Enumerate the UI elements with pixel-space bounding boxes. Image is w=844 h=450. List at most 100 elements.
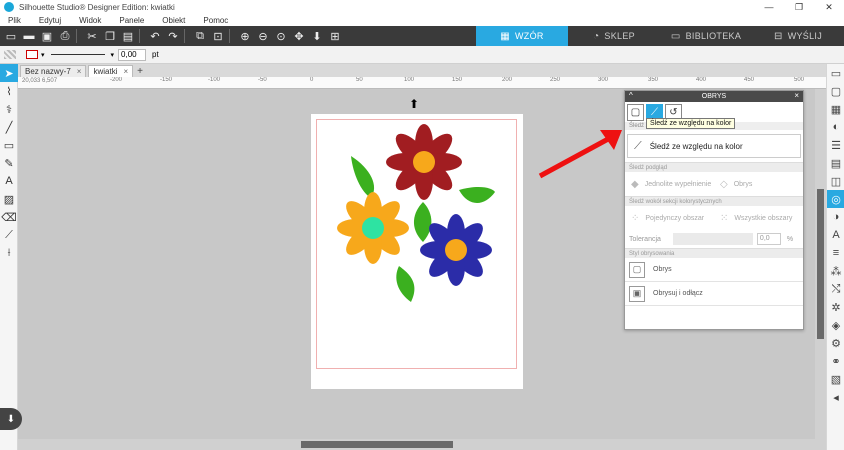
registration-icon[interactable]: ▢ bbox=[827, 82, 844, 100]
ruler-tick: 200 bbox=[502, 77, 513, 83]
menu-edit[interactable]: Edytuj bbox=[39, 16, 61, 25]
close-icon[interactable]: × bbox=[77, 67, 82, 76]
zoom-fit-icon[interactable]: ⊙ bbox=[274, 29, 288, 43]
section-trace-regions: Śledź wokół sekcji kolorystycznych bbox=[625, 196, 803, 206]
line-width-unit: pt bbox=[152, 50, 159, 59]
trace-button[interactable]: ▢ Obrys bbox=[625, 258, 803, 282]
menu-panels[interactable]: Panele bbox=[119, 16, 144, 25]
ruler-tick: -100 bbox=[208, 77, 221, 83]
open-icon[interactable]: ▬ bbox=[22, 29, 36, 43]
fill-pattern-swatch[interactable] bbox=[4, 50, 16, 59]
line-style-selector[interactable] bbox=[50, 54, 105, 55]
section-trace-preview: Śledź podgląd bbox=[625, 162, 803, 172]
pixel-icon[interactable]: ▦ bbox=[827, 100, 844, 118]
vertical-scrollbar[interactable] bbox=[815, 89, 826, 439]
ruler-tick: 150 bbox=[452, 77, 463, 83]
offset-icon[interactable]: ◈ bbox=[827, 316, 844, 334]
trace-panel-icon[interactable]: ◎ bbox=[827, 190, 844, 208]
tab-send[interactable]: ⊟ WYŚLIJ bbox=[752, 26, 844, 46]
fit-page-icon[interactable]: ⬇ bbox=[310, 29, 324, 43]
pan-icon[interactable]: ✥ bbox=[292, 29, 306, 43]
weld-icon[interactable]: ⚙ bbox=[827, 334, 844, 352]
tolerance-unit: % bbox=[786, 235, 794, 243]
line-color-swatch[interactable] bbox=[26, 50, 38, 59]
copy-icon[interactable]: ❐ bbox=[103, 29, 117, 43]
save-icon[interactable]: ▣ bbox=[40, 29, 54, 43]
new-file-icon[interactable]: ▭ bbox=[4, 29, 18, 43]
menu-object[interactable]: Obiekt bbox=[162, 16, 185, 25]
outline-option[interactable]: ◇ Obrys bbox=[714, 179, 803, 190]
select-tool-icon[interactable]: ➤ bbox=[0, 64, 18, 82]
tab-store[interactable]: ◔ SKLEP bbox=[568, 26, 660, 46]
scroll-thumb[interactable] bbox=[817, 189, 824, 339]
fill-tool-icon[interactable]: ▨ bbox=[0, 190, 18, 208]
single-region-option[interactable]: ⁘ Pojedynczy obszar bbox=[625, 213, 714, 224]
trace-by-color-button[interactable]: ⟋ Śledź ze względu na kolor bbox=[627, 134, 801, 158]
add-tab-button[interactable]: + bbox=[137, 66, 143, 77]
chevron-down-icon[interactable]: ▾ bbox=[41, 51, 45, 59]
red-flower-center bbox=[413, 151, 435, 173]
close-button[interactable]: ✕ bbox=[814, 2, 844, 13]
pencil-tool-icon[interactable]: ✎ bbox=[0, 154, 18, 172]
replicate-icon[interactable]: ⁂ bbox=[827, 262, 844, 280]
doc-tab-kwiatki[interactable]: kwiatki × bbox=[88, 65, 134, 77]
fill-panel-icon[interactable]: ◐ bbox=[827, 118, 844, 136]
close-icon[interactable]: × bbox=[123, 67, 128, 76]
cut-icon[interactable]: ✂ bbox=[85, 29, 99, 43]
solid-fill-option[interactable]: ◆ Jednolite wypełnienie bbox=[625, 179, 714, 190]
rectangle-tool-icon[interactable]: ▭ bbox=[0, 136, 18, 154]
menu-file[interactable]: Plik bbox=[8, 16, 21, 25]
menu-view[interactable]: Widok bbox=[79, 16, 101, 25]
tab-library[interactable]: ▭ BIBLIOTEKA bbox=[660, 26, 752, 46]
trace-release-button[interactable]: ▣ Obrysuj i odłącz bbox=[625, 282, 803, 306]
contrast-icon[interactable]: ◑ bbox=[827, 208, 844, 226]
flower-artwork[interactable] bbox=[311, 114, 523, 389]
gradient-panel-icon[interactable]: ◫ bbox=[827, 172, 844, 190]
download-button[interactable]: ⬇ bbox=[0, 408, 22, 430]
knife-tool-icon[interactable]: ⚕ bbox=[0, 100, 18, 118]
close-icon[interactable]: × bbox=[794, 91, 799, 100]
star-icon[interactable]: ✲ bbox=[827, 298, 844, 316]
doc-tab-untitled[interactable]: Bez nazwy-7 × bbox=[20, 65, 87, 77]
text-tool-icon[interactable]: A bbox=[0, 172, 18, 190]
chevron-down-icon[interactable]: ▾ bbox=[111, 51, 115, 59]
minimize-button[interactable]: — bbox=[754, 2, 784, 13]
transform-icon[interactable]: ⤭ bbox=[827, 280, 844, 298]
zoom-in-icon[interactable]: ⊕ bbox=[238, 29, 252, 43]
zoom-out-icon[interactable]: ⊖ bbox=[256, 29, 270, 43]
modify-icon[interactable]: ⚭ bbox=[827, 352, 844, 370]
tolerance-input[interactable]: 0,0 bbox=[756, 233, 781, 245]
horizontal-scrollbar[interactable] bbox=[18, 439, 826, 450]
tab-design[interactable]: ▦ WZÓR bbox=[476, 26, 568, 46]
print-icon[interactable]: ⎙ bbox=[58, 29, 72, 43]
trace-area-icon[interactable]: ▢ bbox=[627, 103, 644, 121]
ungroup-icon[interactable]: ⊡ bbox=[211, 29, 225, 43]
undo-icon[interactable]: ↶ bbox=[148, 29, 162, 43]
scroll-thumb[interactable] bbox=[301, 441, 453, 448]
tolerance-slider[interactable] bbox=[672, 233, 753, 245]
page-setup-icon[interactable]: ▭ bbox=[827, 64, 844, 82]
expand-icon[interactable]: ◂ bbox=[827, 388, 844, 406]
redo-icon[interactable]: ↷ bbox=[166, 29, 180, 43]
line-panel-icon[interactable]: ☰ bbox=[827, 136, 844, 154]
hatch-icon[interactable]: ▧ bbox=[827, 370, 844, 388]
text-panel-icon[interactable]: A bbox=[827, 226, 844, 244]
knife-cut-tool-icon[interactable]: ⟋ bbox=[0, 226, 18, 244]
line-width-input[interactable]: 0,00 bbox=[118, 48, 147, 61]
group-icon[interactable]: ⧉ bbox=[193, 29, 207, 43]
align-panel-icon[interactable]: ≡ bbox=[827, 244, 844, 262]
all-regions-option[interactable]: ⁙ Wszystkie obszary bbox=[714, 213, 803, 224]
eyedropper-tool-icon[interactable]: ⟊ bbox=[0, 244, 18, 262]
page-up-arrow-icon[interactable]: ⬆ bbox=[409, 97, 419, 111]
pattern-panel-icon[interactable]: ▤ bbox=[827, 154, 844, 172]
all-regions-icon: ⁙ bbox=[720, 212, 729, 224]
tab-library-label: BIBLIOTEKA bbox=[685, 31, 742, 41]
point-edit-tool-icon[interactable]: ⌇ bbox=[0, 82, 18, 100]
add-page-icon[interactable]: ⊞ bbox=[328, 29, 342, 43]
paste-icon[interactable]: ▤ bbox=[121, 29, 135, 43]
collapse-icon[interactable]: ^ bbox=[629, 91, 633, 100]
menu-help[interactable]: Pomoc bbox=[203, 16, 228, 25]
maximize-button[interactable]: ❐ bbox=[784, 2, 814, 13]
line-tool-icon[interactable]: ╱ bbox=[0, 118, 18, 136]
eraser-tool-icon[interactable]: ⌫ bbox=[0, 208, 18, 226]
